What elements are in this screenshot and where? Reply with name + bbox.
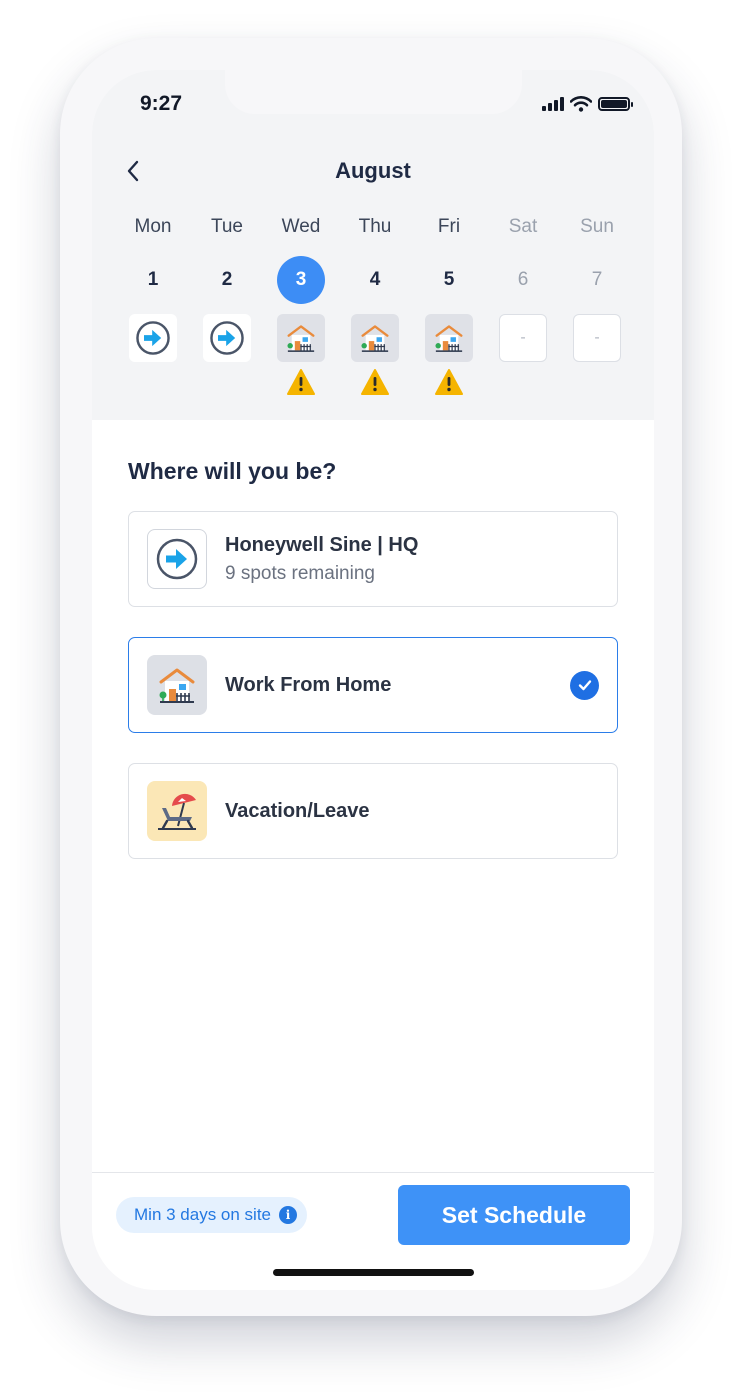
option-work-from-home[interactable]: Work From Home (128, 637, 618, 733)
cellular-signal-icon (542, 97, 564, 111)
empty-slot-label: - (594, 329, 600, 346)
day-column-fri[interactable]: Fri 5 (424, 216, 474, 396)
office-arrow-icon[interactable] (129, 314, 177, 362)
wifi-icon (570, 96, 592, 112)
question-heading: Where will you be? (128, 458, 337, 484)
day-column-tue[interactable]: Tue 2 (202, 216, 252, 362)
day-column-wed[interactable]: Wed 3 (276, 216, 326, 396)
check-icon (570, 670, 599, 700)
home-indicator (273, 1269, 474, 1276)
empty-slot-label: - (520, 329, 526, 346)
option-title: Honeywell Sine | HQ (225, 533, 419, 556)
month-title: August (335, 158, 411, 183)
option-subtitle: 9 spots remaining (225, 562, 375, 584)
day-name: Thu (358, 216, 392, 237)
day-name: Tue (210, 216, 244, 237)
day-column-sun[interactable]: Sun 7 - (572, 216, 622, 362)
day-number[interactable]: 6 (499, 256, 547, 304)
battery-icon (598, 97, 633, 111)
house-icon[interactable] (425, 314, 473, 362)
house-icon (147, 655, 207, 715)
day-name: Fri (437, 216, 461, 237)
option-vacation[interactable]: Vacation/Leave (128, 763, 618, 859)
beach-chair-icon (147, 781, 207, 841)
status-time: 9:27 (140, 92, 183, 115)
day-name: Sun (580, 216, 614, 237)
empty-slot[interactable]: - (573, 314, 621, 362)
day-name: Mon (134, 216, 172, 237)
office-arrow-icon[interactable] (203, 314, 251, 362)
day-number[interactable]: 7 (573, 256, 621, 304)
app-screen: 9:27 August Mon 1 Tue 2 Wed 3 Thu 4 Fri 5 Sat 6- Sun… (92, 70, 654, 1290)
selected-day-number[interactable]: 3 (277, 256, 325, 304)
day-column-thu[interactable]: Thu 4 (350, 216, 400, 396)
house-icon[interactable] (277, 314, 325, 362)
bottom-bar: Min 3 days on site i Set Schedule (92, 1172, 654, 1290)
option-office[interactable]: Honeywell Sine | HQ 9 spots remaining (128, 511, 618, 607)
office-arrow-icon (147, 529, 207, 589)
day-number[interactable]: 4 (351, 256, 399, 304)
day-column-mon[interactable]: Mon 1 (128, 216, 178, 362)
day-name: Wed (281, 216, 321, 237)
set-schedule-button[interactable]: Set Schedule (398, 1185, 630, 1245)
option-title: Work From Home (225, 673, 392, 696)
requirement-text: Min 3 days on site (134, 1205, 272, 1224)
option-title: Vacation/Leave (225, 799, 370, 822)
requirement-badge[interactable]: Min 3 days on site i (116, 1197, 308, 1233)
day-number[interactable]: 1 (129, 256, 177, 304)
warning-icon (360, 368, 390, 396)
day-name: Sat (508, 216, 538, 237)
day-column-sat[interactable]: Sat 6 - (498, 216, 548, 362)
status-icons (542, 96, 633, 112)
house-icon[interactable] (351, 314, 399, 362)
day-number[interactable]: 5 (425, 256, 473, 304)
warning-icon (434, 368, 464, 396)
warning-icon (286, 368, 316, 396)
day-number[interactable]: 2 (203, 256, 251, 304)
device-notch (225, 70, 522, 114)
empty-slot[interactable]: - (499, 314, 547, 362)
info-icon[interactable]: i (279, 1206, 298, 1224)
